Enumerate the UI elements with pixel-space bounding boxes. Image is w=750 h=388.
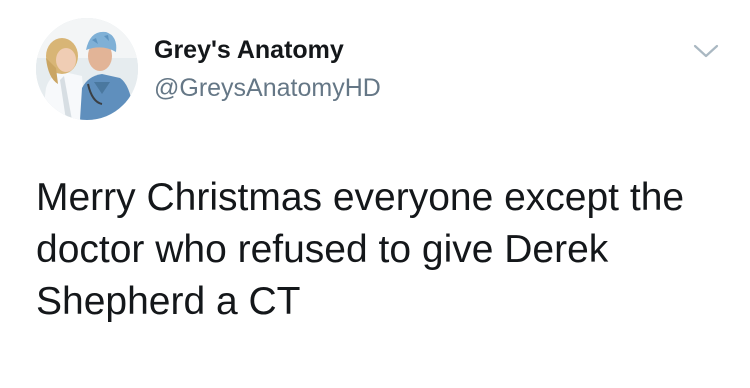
profile-avatar[interactable] [36, 18, 138, 120]
profile-photo-icon [36, 18, 138, 120]
chevron-down-icon [693, 44, 719, 58]
tweet-menu-button[interactable] [692, 40, 720, 62]
author-handle[interactable]: @GreysAnatomyHD [154, 73, 381, 103]
author-display-name[interactable]: Grey's Anatomy [154, 35, 344, 65]
tweet-card: Grey's Anatomy @GreysAnatomyHD Merry Chr… [0, 0, 750, 388]
tweet-text: Merry Christmas everyone except the doct… [36, 176, 685, 323]
